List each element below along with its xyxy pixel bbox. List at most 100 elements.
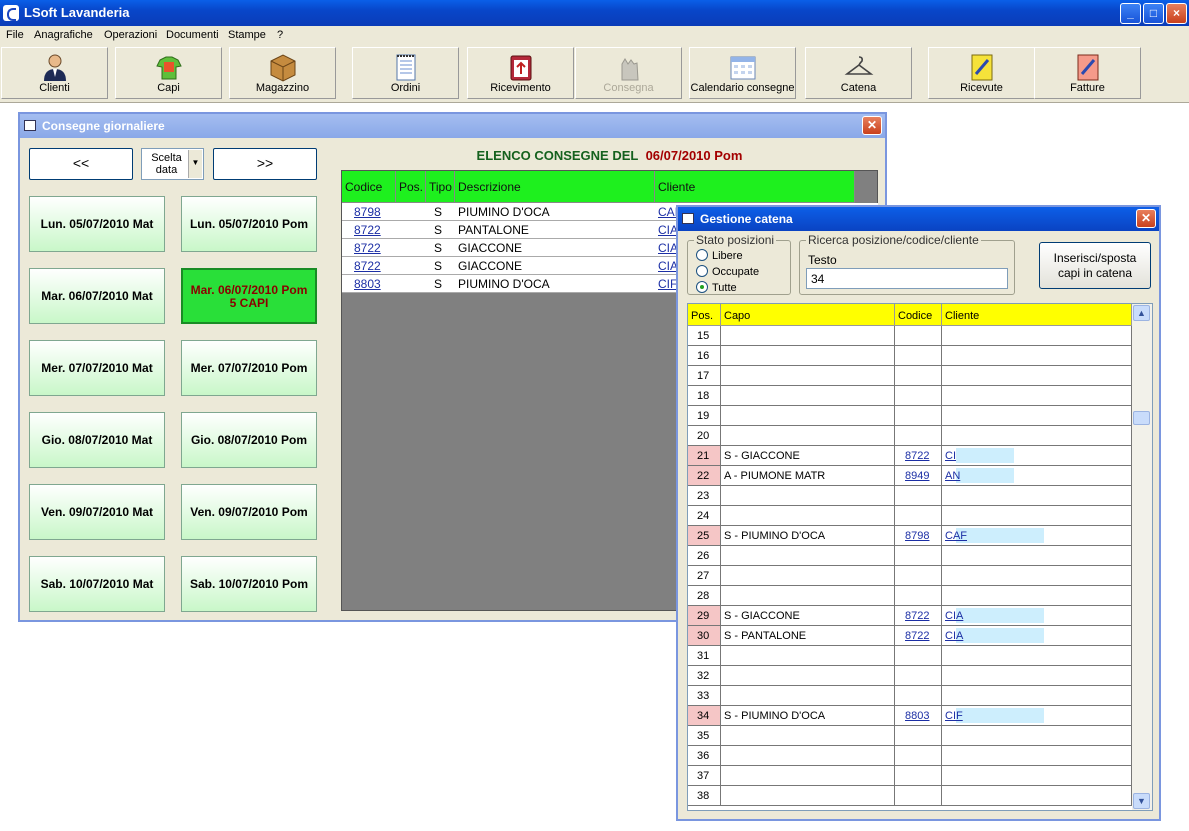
day-button[interactable]: Lun. 05/07/2010 Pom [181,196,317,252]
toolbar-consegna-button[interactable]: Consegna [575,47,682,99]
table-row[interactable]: 34 S - PIUMINO D'OCA 8803 CIF [688,706,1132,726]
codice-link[interactable]: 8722 [905,630,929,642]
inserisci-sposta-button[interactable]: Inserisci/sposta capi in catena [1039,242,1151,289]
codice-link[interactable]: 8722 [354,223,381,237]
menu-stampe[interactable]: Stampe [228,29,266,41]
col-header[interactable]: Descrizione [455,171,655,203]
table-row[interactable]: 21 S - GIACCONE 8722 CI [688,446,1132,466]
scelta-data-dropdown[interactable]: Scelta data ▼ [141,148,204,180]
menu-file[interactable]: File [6,29,24,41]
cliente-link[interactable]: CIF [945,710,963,722]
table-row[interactable]: 24 [688,506,1132,526]
table-row[interactable]: 17 [688,366,1132,386]
radio-occupate[interactable]: Occupate [696,265,759,278]
menu-documenti[interactable]: Documenti [166,29,219,41]
toolbar-ordini-button[interactable]: Ordini [352,47,459,99]
table-row[interactable]: 33 [688,686,1132,706]
table-row[interactable]: 32 [688,666,1132,686]
table-row[interactable]: 28 [688,586,1132,606]
toolbar-clienti-button[interactable]: Clienti [1,47,108,99]
catena-close-button[interactable]: ✕ [1136,209,1156,228]
radio-tutte[interactable]: Tutte [696,281,737,294]
chevron-down-icon[interactable]: ▼ [188,150,202,178]
day-button[interactable]: Gio. 08/07/2010 Mat [29,412,165,468]
cliente-link[interactable]: CIA [658,259,678,273]
cliente-link[interactable]: CIA [658,223,678,237]
toolbar-calendario-button[interactable]: Calendario consegne [689,47,796,99]
table-row[interactable]: 15 [688,326,1132,346]
day-button[interactable]: Ven. 09/07/2010 Mat [29,484,165,540]
table-row[interactable]: 22 A - PIUMONE MATR 8949 AN [688,466,1132,486]
table-row[interactable]: 35 [688,726,1132,746]
prev-button[interactable]: << [29,148,133,180]
cliente-link[interactable]: CIA [945,630,963,642]
table-row[interactable]: 29 S - GIACCONE 8722 CIA [688,606,1132,626]
codice-link[interactable]: 8722 [905,450,929,462]
cliente-link[interactable]: CIA [658,241,678,255]
toolbar-fatture-button[interactable]: Fatture [1034,47,1141,99]
cliente-link[interactable]: AN [945,470,960,482]
vertical-scrollbar[interactable]: ▲ ▼ [1132,304,1152,810]
maximize-button[interactable]: □ [1143,3,1164,24]
table-row[interactable]: 38 [688,786,1132,806]
menu-anagrafiche[interactable]: Anagrafiche [34,29,93,41]
codice-link[interactable]: 8798 [905,530,929,542]
col-header[interactable]: Codice [342,171,396,203]
table-row[interactable]: 27 [688,566,1132,586]
cliente-link[interactable]: CI [945,450,956,462]
col-header[interactable]: Cliente [655,171,855,203]
table-row[interactable]: 25 S - PIUMINO D'OCA 8798 CAF [688,526,1132,546]
table-row[interactable]: 37 [688,766,1132,786]
col-header[interactable]: Pos. [396,171,426,203]
col-header[interactable]: Pos. [688,304,721,326]
day-button[interactable]: Sab. 10/07/2010 Mat [29,556,165,612]
table-row[interactable]: 26 [688,546,1132,566]
table-row[interactable]: 36 [688,746,1132,766]
radio-libere[interactable]: Libere [696,249,743,262]
menu-help[interactable]: ? [277,29,283,41]
day-button[interactable]: Mer. 07/07/2010 Mat [29,340,165,396]
day-button[interactable]: Lun. 05/07/2010 Mat [29,196,165,252]
table-row[interactable]: 18 [688,386,1132,406]
table-row[interactable]: 31 [688,646,1132,666]
codice-link[interactable]: 8722 [905,610,929,622]
consegne-close-button[interactable]: ✕ [862,116,882,135]
col-header[interactable]: Cliente [942,304,1132,326]
codice-link[interactable]: 8722 [354,241,381,255]
toolbar-capi-button[interactable]: Capi [115,47,222,99]
col-header[interactable]: Capo [721,304,895,326]
col-header[interactable]: Tipo [426,171,455,203]
codice-link[interactable]: 8803 [354,277,381,291]
codice-link[interactable]: 8722 [354,259,381,273]
table-row[interactable]: 20 [688,426,1132,446]
next-button[interactable]: >> [213,148,317,180]
minimize-button[interactable]: _ [1120,3,1141,24]
table-row[interactable]: 16 [688,346,1132,366]
cliente-link[interactable]: CIA [945,610,963,622]
toolbar-ricevimento-button[interactable]: Ricevimento [467,47,574,99]
toolbar-magazzino-button[interactable]: Magazzino [229,47,336,99]
codice-link[interactable]: 8949 [905,470,929,482]
cliente-link[interactable]: CAF [945,530,967,542]
close-button[interactable]: × [1166,3,1187,24]
scroll-up-icon[interactable]: ▲ [1133,305,1150,321]
day-button[interactable]: Sab. 10/07/2010 Pom [181,556,317,612]
scroll-down-icon[interactable]: ▼ [1133,793,1150,809]
table-row[interactable]: 30 S - PANTALONE 8722 CIA [688,626,1132,646]
col-header[interactable]: Codice [895,304,942,326]
day-button[interactable]: Mar. 06/07/2010 Mat [29,268,165,324]
day-button-selected[interactable]: Mar. 06/07/2010 Pom 5 CAPI [181,268,317,324]
day-button[interactable]: Ven. 09/07/2010 Pom [181,484,317,540]
codice-link[interactable]: 8798 [354,205,381,219]
day-button[interactable]: Mer. 07/07/2010 Pom [181,340,317,396]
codice-link[interactable]: 8803 [905,710,929,722]
cliente-link[interactable]: CAI [658,205,678,219]
menu-operazioni[interactable]: Operazioni [104,29,157,41]
testo-input[interactable]: 34 [806,268,1008,289]
toolbar-ricevute-button[interactable]: Ricevute [928,47,1035,99]
table-row[interactable]: 19 [688,406,1132,426]
table-row[interactable]: 23 [688,486,1132,506]
day-button[interactable]: Gio. 08/07/2010 Pom [181,412,317,468]
cliente-link[interactable]: CIF [658,277,677,291]
toolbar-catena-button[interactable]: Catena [805,47,912,99]
